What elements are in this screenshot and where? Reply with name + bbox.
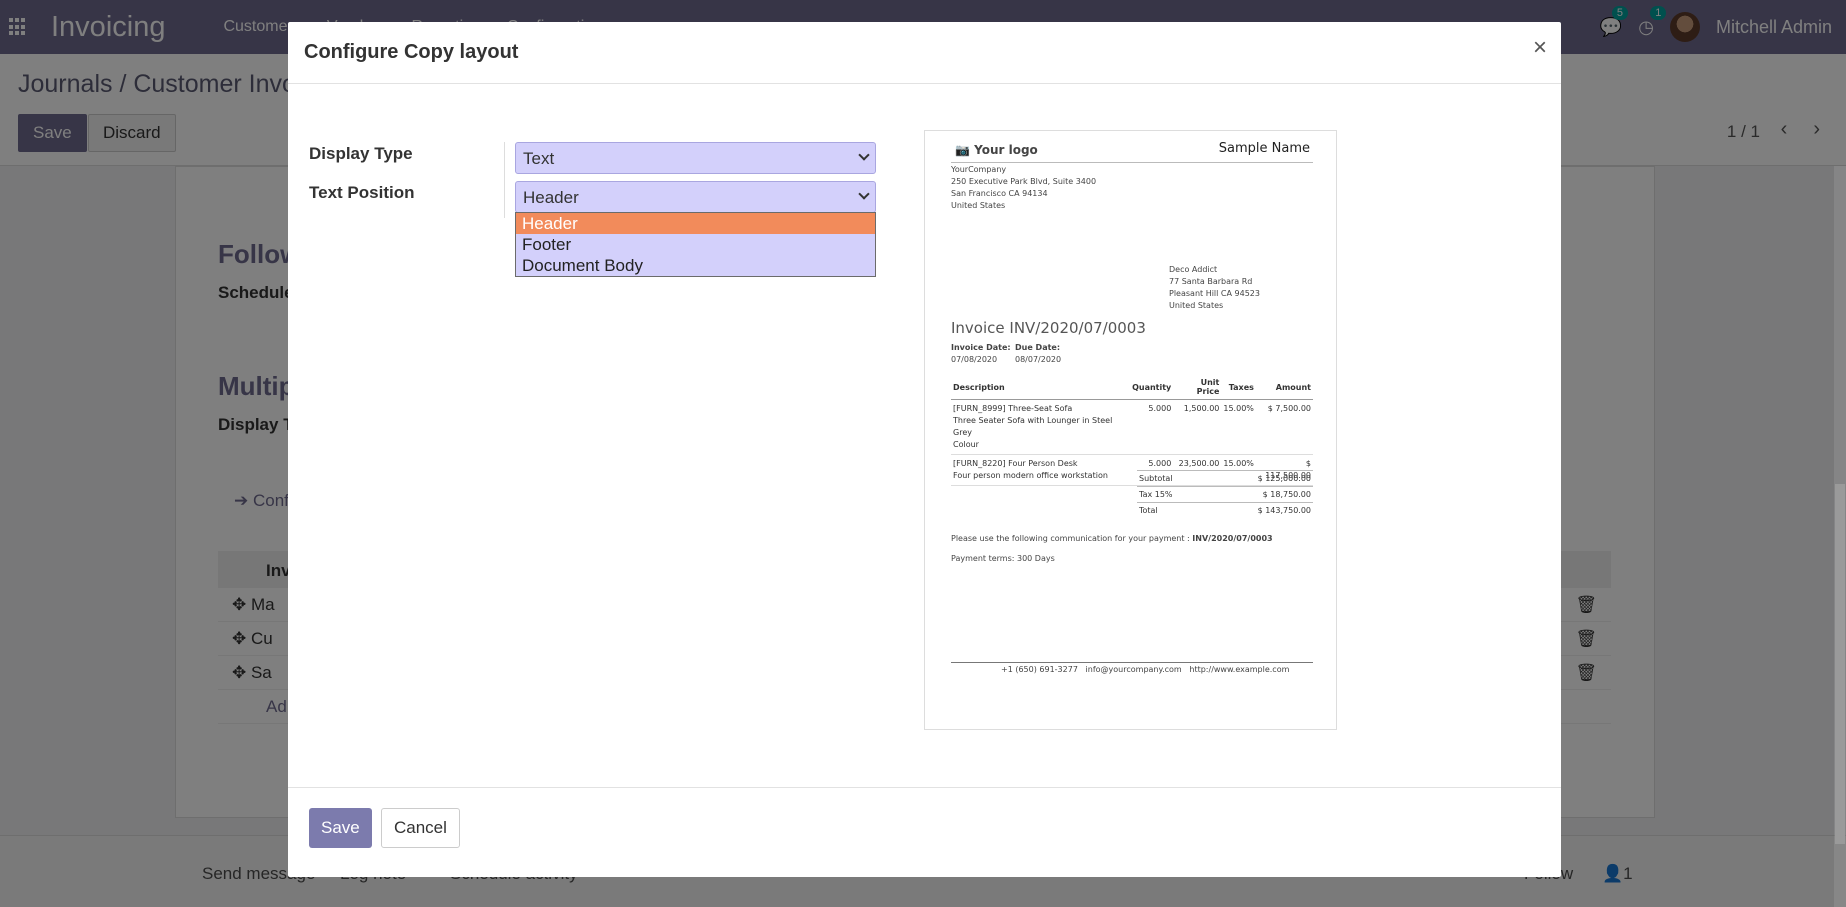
col-quantity: Quantity (1130, 375, 1174, 400)
due-date: 08/07/2020 (1015, 355, 1062, 364)
col-unit-price: Unit Price (1173, 375, 1222, 400)
customer-line: Deco Addict (1169, 265, 1218, 274)
company-line: 250 Executive Park Blvd, Suite 3400 (951, 177, 1097, 186)
chevron-down-icon (858, 149, 870, 161)
modal-header: Configure Copy layout × (288, 22, 1561, 84)
display-type-value: Text (523, 149, 555, 168)
display-type-select[interactable]: Text (515, 142, 876, 174)
camera-icon: 📷 (955, 143, 970, 157)
invoice-title: Invoice INV/2020/07/0003 (951, 319, 1146, 337)
col-description: Description (951, 375, 1131, 400)
footer-contact: +1 (650) 691-3277 info@yourcompany.com h… (1001, 665, 1290, 674)
col-taxes: Taxes (1221, 375, 1256, 400)
preview-header-rule (951, 162, 1313, 163)
modal-title: Configure Copy layout (304, 41, 519, 63)
text-position-value: Header (523, 188, 579, 207)
customer-line: 77 Santa Barbara Rd (1169, 277, 1253, 286)
text-position-select[interactable]: Header (515, 181, 876, 213)
modal-footer: Save Cancel (288, 787, 1561, 877)
invoice-date-label: Invoice Date: (951, 343, 1011, 352)
text-position-dropdown: Header Footer Document Body (515, 212, 876, 277)
invoice-date: 07/08/2020 (951, 355, 998, 364)
payment-communication: Please use the following communication f… (951, 534, 1273, 543)
save-button[interactable]: Save (309, 808, 372, 848)
chevron-down-icon (858, 188, 870, 200)
close-icon[interactable]: × (1533, 36, 1547, 60)
tax-value: $ 18,750.00 (1206, 486, 1313, 503)
total-label: Total (1137, 502, 1207, 518)
layout-preview: 📷 Your logo Sample Name YourCompany 250 … (924, 130, 1337, 730)
payment-terms: Payment terms: 300 Days (951, 554, 1055, 563)
option-document-body[interactable]: Document Body (516, 255, 875, 276)
configure-copy-layout-dialog: Configure Copy layout × Display Type Tex… (288, 22, 1561, 877)
option-header[interactable]: Header (516, 213, 875, 234)
scrollbar-thumb[interactable] (1835, 484, 1845, 844)
table-row: [FURN_8999] Three-Seat Sofa Three Seater … (951, 399, 1313, 455)
subtotal-value: $ 125,000.00 (1206, 470, 1313, 487)
preview-footer-rule (951, 662, 1313, 663)
invoice-totals: Subtotal $ 125,000.00 Tax 15% $ 18,750.00 … (1137, 470, 1313, 518)
company-line: United States (951, 201, 1006, 210)
display-type-label: Display Type (309, 144, 413, 163)
customer-line: Pleasant Hill CA 94523 (1169, 289, 1260, 298)
preview-logo: 📷 Your logo (955, 143, 1038, 157)
label-separator (504, 142, 505, 218)
col-amount: Amount (1255, 375, 1313, 400)
option-footer[interactable]: Footer (516, 234, 875, 255)
customer-line: United States (1169, 301, 1224, 310)
cancel-button[interactable]: Cancel (381, 808, 460, 848)
total-value: $ 143,750.00 (1206, 502, 1313, 518)
tax-label: Tax 15% (1137, 486, 1207, 503)
company-line: San Francisco CA 94134 (951, 189, 1048, 198)
company-line: YourCompany (951, 165, 1007, 174)
preview-sample-name: Sample Name (1218, 141, 1310, 156)
due-date-label: Due Date: (1015, 343, 1061, 352)
text-position-label: Text Position (309, 183, 415, 202)
subtotal-label: Subtotal (1137, 470, 1207, 487)
page-scrollbar[interactable] (1834, 166, 1846, 907)
